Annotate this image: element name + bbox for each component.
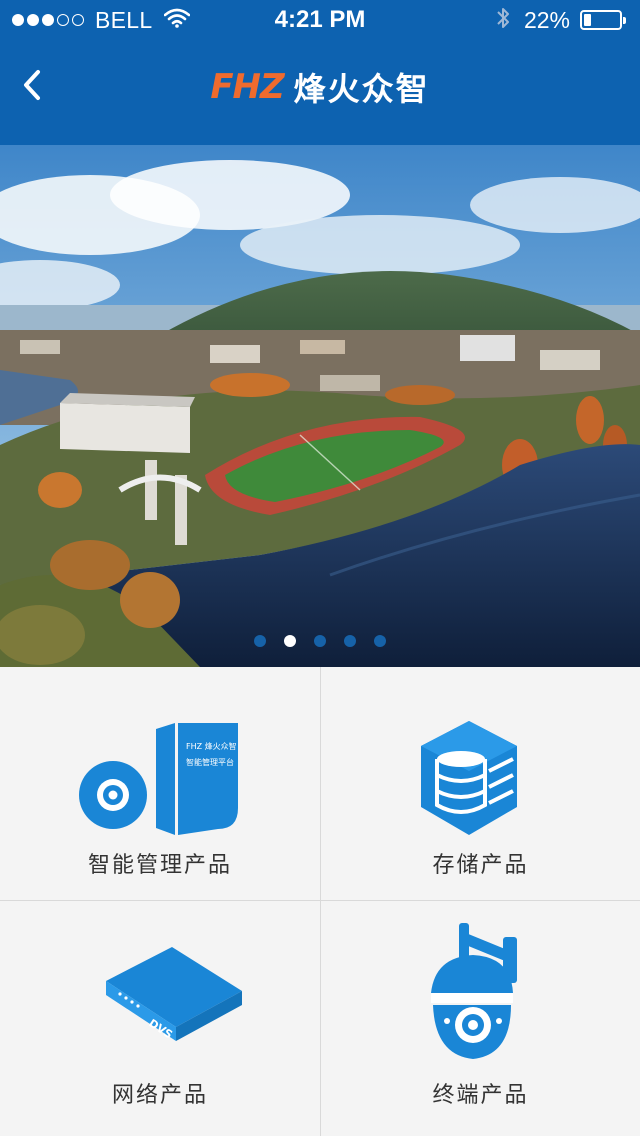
banner-carousel[interactable] <box>0 145 640 667</box>
dome-camera-icon <box>425 923 521 1067</box>
app-logo: FHZ 烽火众智 <box>0 66 640 108</box>
carousel-dot[interactable] <box>344 635 356 647</box>
box-product-text: 智能管理平台 <box>186 757 234 767</box>
logo-mark: FHZ <box>210 67 284 107</box>
box-brand-text: FHZ 烽火众智 <box>186 741 237 751</box>
product-label: 网络产品 <box>111 1083 208 1108</box>
bluetooth-icon <box>496 6 510 35</box>
grid-divider-vertical <box>320 667 321 1136</box>
product-grid: FHZ 烽火众智 智能管理平台 智能管理产品 存储产品 DVS 网络产品 终端产… <box>0 667 640 1136</box>
software-box-disc-icon: FHZ 烽火众智 智能管理平台 <box>78 723 244 839</box>
status-bar: BELL 4:21 PM 22% <box>0 0 640 40</box>
carousel-dot[interactable] <box>374 635 386 647</box>
dvs-device-icon: DVS <box>102 943 244 1047</box>
carousel-dot[interactable] <box>254 635 266 647</box>
product-label: 终端产品 <box>432 1083 529 1108</box>
battery-percent: 22% <box>523 6 570 33</box>
product-terminal[interactable]: 终端产品 <box>321 901 640 1136</box>
product-storage[interactable]: 存储产品 <box>321 667 640 900</box>
product-label: 存储产品 <box>432 853 529 878</box>
battery-fill <box>584 14 591 26</box>
battery-icon <box>580 10 626 30</box>
product-smart-management[interactable]: FHZ 烽火众智 智能管理平台 智能管理产品 <box>0 667 320 900</box>
logo-text: 烽火众智 <box>293 70 430 108</box>
database-cube-icon <box>419 719 519 841</box>
banner-image <box>0 145 640 667</box>
carousel-dot[interactable] <box>314 635 326 647</box>
product-label: 智能管理产品 <box>87 853 232 878</box>
carousel-dot-active[interactable] <box>284 635 296 647</box>
nav-bar: FHZ 烽火众智 <box>0 40 640 145</box>
grid-divider-horizontal <box>0 900 640 901</box>
product-network[interactable]: DVS 网络产品 <box>0 901 320 1136</box>
carousel-dots <box>0 635 640 649</box>
status-bar-right: 22% <box>496 6 626 35</box>
